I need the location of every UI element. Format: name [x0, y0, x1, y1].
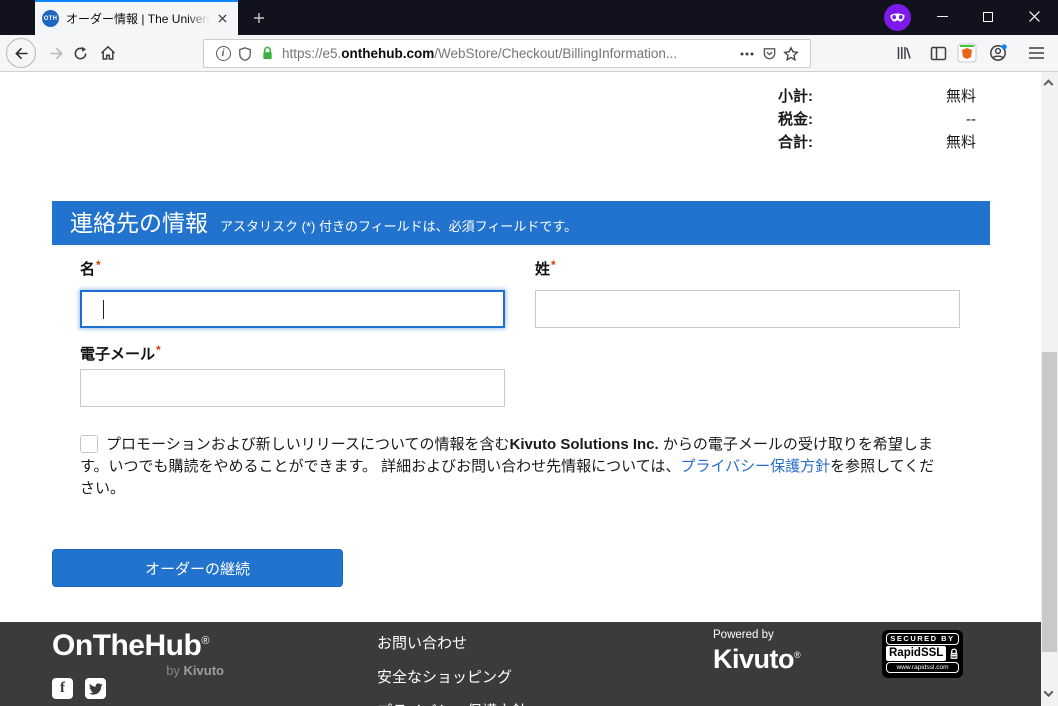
- byline: by Kivuto: [52, 663, 224, 678]
- newsletter-text-1: プロモーションおよび新しいリリースについての情報を含む: [106, 436, 510, 453]
- seal-url: www.rapidssl.com: [886, 662, 959, 673]
- close-button[interactable]: [1017, 0, 1051, 33]
- email-input[interactable]: [80, 369, 505, 407]
- maximize-button[interactable]: [971, 0, 1005, 33]
- text-caret: [103, 300, 104, 319]
- back-button[interactable]: [6, 38, 36, 68]
- back-icon: [14, 46, 29, 61]
- required-asterisk: *: [156, 343, 161, 357]
- footer-link-safe-shopping[interactable]: 安全なショッピング: [377, 666, 527, 687]
- titlebar: OTH オーダー情報 | The University of T: [0, 0, 1058, 35]
- facebook-icon[interactable]: f: [52, 678, 73, 699]
- hamburger-icon: [1029, 47, 1044, 59]
- last-name-input[interactable]: [535, 290, 960, 328]
- seal-lock-icon: [948, 648, 960, 660]
- footer: OnTheHub® by Kivuto f お問い合わせ 安全なショッピング プ…: [0, 622, 1041, 706]
- library-icon: [896, 45, 912, 61]
- home-icon: [100, 45, 116, 61]
- seal-secured-by: SECURED BY: [886, 633, 959, 645]
- tax-value: --: [813, 108, 976, 131]
- new-tab-icon[interactable]: [248, 7, 270, 29]
- sidebar-icon: [930, 46, 947, 61]
- continue-order-button[interactable]: オーダーの継続: [52, 549, 343, 587]
- first-name-input[interactable]: [80, 290, 505, 328]
- page-actions-icon[interactable]: [736, 43, 758, 65]
- rapidssl-seal[interactable]: SECURED BY RapidSSL www.rapidssl.com: [882, 630, 963, 678]
- account-button[interactable]: [984, 39, 1012, 67]
- bookmark-star-icon[interactable]: [780, 43, 802, 65]
- reload-icon: [73, 46, 88, 61]
- private-browsing-icon: [884, 4, 911, 31]
- total-value: 無料: [813, 131, 976, 154]
- order-summary: 小計: 無料 税金: -- 合計: 無料: [778, 85, 976, 154]
- tab-title: オーダー情報 | The University of T: [66, 10, 213, 27]
- url-domain: onthehub.com: [341, 46, 434, 61]
- kivuto-logo: Kivuto®: [713, 644, 800, 674]
- nav-toolbar: i https://e5.onthehub.com/WebStore/Check…: [0, 35, 1058, 72]
- footer-link-privacy[interactable]: プライバシー保護方針: [377, 700, 527, 706]
- library-button[interactable]: [890, 39, 918, 67]
- footer-link-contact[interactable]: お問い合わせ: [377, 632, 527, 653]
- summary-row-tax: 税金: --: [778, 108, 976, 131]
- scroll-up-icon[interactable]: [1045, 78, 1053, 86]
- newsletter-checkbox[interactable]: [80, 435, 98, 453]
- minimize-button[interactable]: [925, 0, 959, 33]
- sidebar-button[interactable]: [924, 39, 952, 67]
- twitter-icon[interactable]: [85, 678, 106, 699]
- reload-button[interactable]: [66, 39, 94, 67]
- url-bar[interactable]: i https://e5.onthehub.com/WebStore/Check…: [203, 39, 811, 68]
- required-asterisk: *: [551, 258, 556, 272]
- url-text[interactable]: https://e5.onthehub.com/WebStore/Checkou…: [282, 46, 736, 61]
- privacy-policy-link[interactable]: プライバシー保護方針: [680, 458, 830, 475]
- https-lock-icon[interactable]: [256, 43, 278, 65]
- subtotal-label: 小計:: [778, 85, 813, 108]
- scroll-down-icon[interactable]: [1045, 690, 1053, 698]
- home-button[interactable]: [94, 39, 122, 67]
- vertical-scrollbar[interactable]: [1041, 72, 1058, 706]
- footer-links: お問い合わせ 安全なショッピング プライバシー保護方針: [377, 632, 527, 706]
- tax-label: 税金:: [778, 108, 813, 131]
- summary-row-subtotal: 小計: 無料: [778, 85, 976, 108]
- powered-by-kivuto: Powered by Kivuto®: [713, 629, 800, 673]
- last-name-label: 姓*: [535, 258, 556, 279]
- url-path: /WebStore/Checkout/BillingInformation...: [434, 46, 677, 61]
- scrollbar-thumb[interactable]: [1042, 352, 1057, 652]
- email-label: 電子メール*: [80, 343, 161, 364]
- extension-icon[interactable]: [953, 39, 981, 67]
- subtotal-value: 無料: [813, 85, 976, 108]
- newsletter-company: Kivuto Solutions Inc.: [510, 436, 659, 453]
- url-scheme: https://e5.: [282, 46, 341, 61]
- site-favicon: OTH: [42, 10, 59, 27]
- forward-icon: [49, 46, 64, 61]
- newsletter-optin: プロモーションおよび新しいリリースについての情報を含むKivuto Soluti…: [80, 434, 938, 500]
- section-subtitle: アスタリスク (*) 付きのフィールドは、必須フィールドです。: [220, 216, 577, 235]
- section-header: 連絡先の情報 アスタリスク (*) 付きのフィールドは、必須フィールドです。: [52, 201, 990, 245]
- browser-tab[interactable]: OTH オーダー情報 | The University of T: [35, 0, 238, 35]
- page-info-icon[interactable]: i: [212, 43, 234, 65]
- required-asterisk: *: [96, 258, 101, 272]
- total-label: 合計:: [778, 131, 813, 154]
- tab-close-icon[interactable]: [213, 10, 231, 28]
- menu-button[interactable]: [1022, 39, 1050, 67]
- page-content: 小計: 無料 税金: -- 合計: 無料 連絡先の情報 アスタリスク (*) 付…: [0, 72, 1041, 622]
- first-name-label: 名*: [80, 258, 101, 279]
- registered-mark: ®: [201, 635, 209, 647]
- account-icon: [989, 44, 1007, 62]
- section-title: 連絡先の情報: [70, 201, 208, 245]
- onthehub-logo: OnTheHub®: [52, 629, 209, 663]
- pocket-icon[interactable]: [758, 43, 780, 65]
- summary-row-total: 合計: 無料: [778, 131, 976, 154]
- tracking-protection-shield-icon[interactable]: [234, 43, 256, 65]
- seal-brand: RapidSSL: [886, 646, 946, 661]
